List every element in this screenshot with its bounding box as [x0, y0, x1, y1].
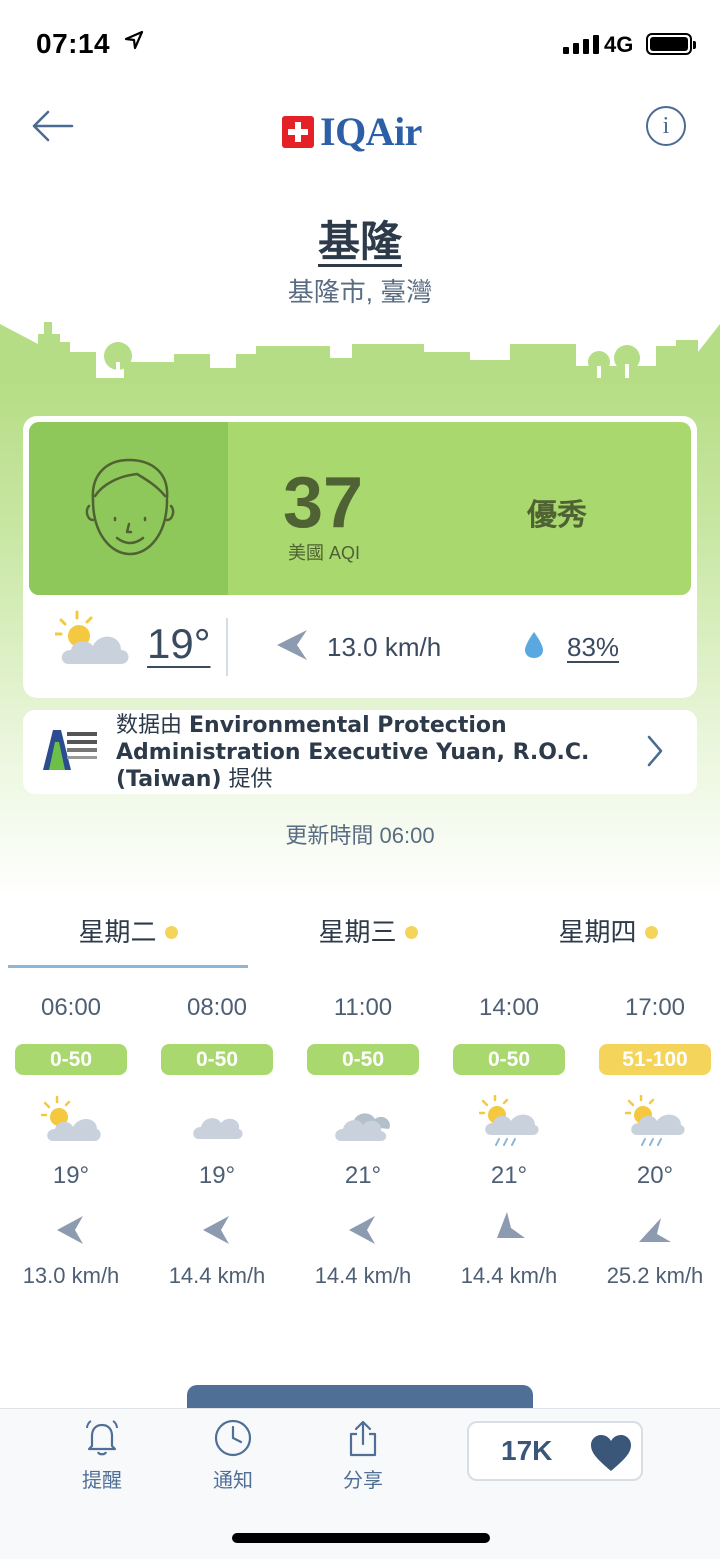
aqi-value: 37: [283, 463, 364, 543]
hour-wind: 14.4 km/h: [168, 1263, 266, 1288]
iqair-logo: IQAir: [282, 108, 422, 155]
current-humidity: 83%: [567, 632, 620, 662]
partly-sunny-icon: [39, 1095, 101, 1141]
notify-button[interactable]: 通知: [183, 1418, 283, 1493]
partly-sunny-icon: [55, 610, 129, 664]
aqi-banner[interactable]: 37 美國 AQI 優秀: [29, 422, 691, 595]
hourly-item: 08:00 0-50 19° 14.4 km/h: [144, 994, 290, 1289]
wind-direction-icon: [639, 1218, 671, 1242]
hour-time: 11:00: [333, 994, 393, 1021]
share-label: 分享: [343, 1470, 383, 1492]
hour-temperature: 20°: [636, 1162, 674, 1189]
logo-text: IQAir: [320, 109, 422, 154]
aqi-range-badge: 0-50: [161, 1044, 273, 1075]
data-source-card[interactable]: 数据由 Environmental Protection Administrat…: [23, 710, 697, 794]
battery-icon: [646, 33, 696, 55]
hour-wind: 25.2 km/h: [606, 1263, 704, 1288]
tab-label: 星期三: [318, 917, 397, 947]
hourly-item: 06:00 0-50 19° 13.0 km/h: [0, 994, 144, 1289]
region-subtitle: 基隆市, 臺灣: [287, 277, 433, 307]
sun-rain-icon: [477, 1093, 539, 1146]
signal-icon: [563, 34, 599, 54]
tab-label: 星期四: [558, 917, 637, 947]
active-tab-indicator: [8, 965, 248, 968]
tab-tuesday[interactable]: 星期二: [8, 912, 248, 949]
current-weather-row[interactable]: 19° 13.0 km/h 83%: [29, 606, 691, 686]
reminder-label: 提醒: [82, 1470, 122, 1492]
back-arrow-icon[interactable]: [28, 106, 76, 146]
hour-temperature: 21°: [344, 1162, 382, 1189]
tab-wednesday[interactable]: 星期三: [248, 912, 488, 949]
cloud-icon: [193, 1118, 243, 1139]
update-time: 更新時間 06:00: [285, 823, 435, 848]
data-source-text: 数据由 Environmental Protection Administrat…: [116, 712, 616, 793]
hour-temperature: 19°: [198, 1162, 236, 1189]
hourly-item: 17:00 51-100 20° 25.2 km/h: [582, 994, 720, 1289]
aqi-dot-icon: [164, 925, 178, 939]
city-title[interactable]: 基隆: [0, 208, 720, 269]
current-wind: 13.0 km/h: [327, 632, 442, 662]
like-count: 17K: [501, 1435, 553, 1466]
hour-time: 17:00: [624, 994, 686, 1021]
city-name[interactable]: 基隆: [318, 218, 402, 265]
like-button[interactable]: 17K: [467, 1421, 643, 1481]
chevron-right-icon[interactable]: [645, 734, 665, 768]
clock-icon: [214, 1419, 252, 1457]
wind-direction-icon: [277, 630, 307, 660]
hour-temperature: 19°: [52, 1162, 90, 1189]
wind-direction-icon: [497, 1212, 525, 1238]
share-button[interactable]: 分享: [313, 1418, 413, 1493]
location-arrow-icon: [124, 30, 144, 50]
hour-temperature: 21°: [490, 1162, 528, 1189]
aqi-dot-icon: [404, 925, 418, 939]
hour-time: 08:00: [186, 994, 248, 1021]
wind-direction-icon: [203, 1216, 229, 1244]
wind-direction-icon: [349, 1216, 375, 1244]
hour-wind: 14.4 km/h: [460, 1263, 558, 1288]
hourly-item: 14:00 0-50 21° 14.4 km/h: [436, 994, 582, 1289]
humidity-drop-icon: [525, 632, 543, 658]
aqi-range-badge: 0-50: [307, 1044, 419, 1075]
source-suffix: 提供: [228, 767, 273, 792]
network-type: 4G: [604, 32, 634, 57]
current-temperature: 19°: [147, 620, 211, 667]
aqi-dot-icon: [644, 925, 658, 939]
source-prefix: 数据由: [116, 713, 189, 738]
aqi-range-badge: 51-100: [599, 1044, 711, 1075]
happy-face-icon: [85, 458, 175, 556]
sun-rain-icon: [623, 1093, 685, 1146]
epa-logo-icon: [43, 730, 97, 770]
swiss-cross-icon: [282, 115, 314, 148]
cloudy-icon: [335, 1113, 390, 1141]
tab-label: 星期二: [78, 917, 157, 947]
share-icon: [349, 1420, 377, 1457]
bell-icon: [86, 1420, 118, 1456]
hour-time: 14:00: [478, 994, 540, 1021]
heart-icon: [591, 1435, 631, 1471]
notify-label: 通知: [213, 1470, 253, 1492]
hourly-item: 11:00 0-50 21° 14.4 km/h: [290, 994, 436, 1289]
aqi-status: 優秀: [527, 499, 587, 532]
tab-thursday[interactable]: 星期四: [488, 912, 720, 949]
home-indicator: [232, 1533, 490, 1543]
aqi-range-badge: 0-50: [453, 1044, 565, 1075]
hour-wind: 13.0 km/h: [22, 1263, 120, 1288]
status-time: 07:14: [36, 28, 111, 59]
aqi-label: 美國 AQI: [288, 543, 361, 563]
aqi-range-badge: 0-50: [15, 1044, 127, 1075]
hour-time: 06:00: [40, 994, 102, 1021]
wind-direction-icon: [57, 1216, 83, 1244]
reminder-button[interactable]: 提醒: [52, 1418, 152, 1493]
hour-wind: 14.4 km/h: [314, 1263, 412, 1288]
info-button[interactable]: i: [646, 106, 686, 146]
divider: [226, 618, 228, 676]
